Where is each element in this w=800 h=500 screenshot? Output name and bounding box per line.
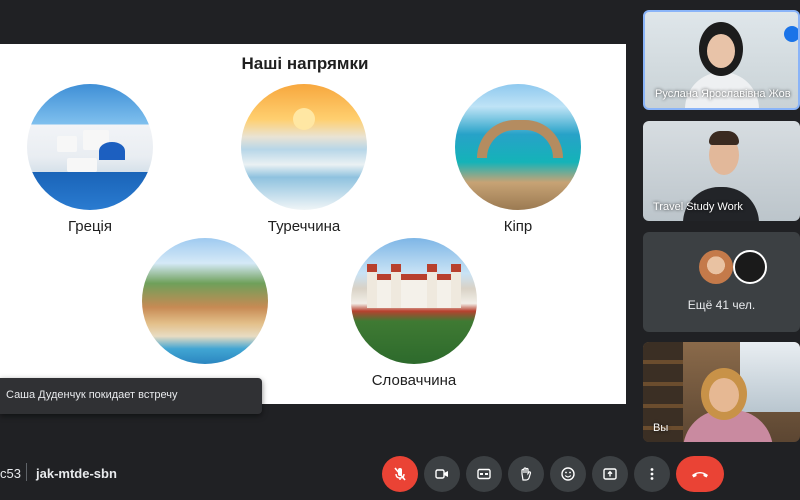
- participant-tile-ruslana[interactable]: Руслана Ярославівна Жов: [643, 10, 800, 110]
- presentation-slide: Наші напрямки Греція Туреччина Кіпр Слов…: [0, 44, 626, 404]
- avatar: [699, 250, 733, 284]
- camera-toggle-button[interactable]: [424, 456, 460, 492]
- destination-label: Кіпр: [503, 218, 533, 235]
- leave-notification-toast: Саша Дуденчук покидает встречу: [0, 378, 262, 414]
- more-vert-icon: [650, 468, 654, 480]
- resort-photo: [142, 238, 268, 364]
- end-call-button[interactable]: [676, 456, 724, 492]
- reactions-button[interactable]: [550, 456, 586, 492]
- slovakia-photo: [351, 238, 477, 364]
- destination-turkey: Туреччина: [224, 84, 384, 235]
- participant-tile-more[interactable]: Ещё 41 чел.: [643, 232, 800, 332]
- participant-tile-travel-study-work[interactable]: Travel Study Work: [643, 121, 800, 221]
- end-call-icon: [692, 472, 708, 478]
- raise-hand-button[interactable]: [508, 456, 544, 492]
- destination-slovakia: Словаччина: [334, 238, 494, 389]
- toast-message: Саша Дуденчук покидает встречу: [6, 389, 178, 401]
- avatar: [733, 250, 767, 284]
- cyprus-photo: [455, 84, 581, 210]
- speaking-indicator-icon: [784, 26, 798, 42]
- emoji-icon: [561, 467, 575, 481]
- participant-name: Вы: [653, 422, 669, 434]
- mic-off-icon: [394, 467, 406, 481]
- meeting-code[interactable]: jak-mtde-sbn: [36, 466, 117, 481]
- more-participants-count: Ещё 41 чел.: [687, 298, 756, 312]
- raise-hand-icon: [521, 467, 532, 481]
- participant-tile-self[interactable]: Вы: [643, 342, 800, 442]
- divider: [26, 463, 27, 481]
- participant-name: Travel Study Work: [653, 201, 743, 213]
- participant-name: Руслана Ярославівна Жов: [655, 88, 791, 100]
- slide-title: Наші напрямки: [241, 54, 369, 73]
- destination-resort: [125, 238, 285, 372]
- destination-label: Греція: [67, 218, 112, 235]
- meeting-time: c53: [0, 466, 21, 481]
- more-options-button[interactable]: [634, 456, 670, 492]
- present-screen-icon: [603, 468, 617, 480]
- destination-cyprus: Кіпр: [438, 84, 598, 235]
- captions-icon: [477, 468, 491, 480]
- turkey-photo: [241, 84, 367, 210]
- greece-photo: [27, 84, 153, 210]
- captions-button[interactable]: [466, 456, 502, 492]
- destination-greece: Греція: [10, 84, 170, 235]
- destination-label: Словаччина: [371, 372, 457, 389]
- destination-label: Туреччина: [267, 218, 341, 235]
- camera-icon: [435, 469, 448, 479]
- present-screen-button[interactable]: [592, 456, 628, 492]
- mic-toggle-button[interactable]: [382, 456, 418, 492]
